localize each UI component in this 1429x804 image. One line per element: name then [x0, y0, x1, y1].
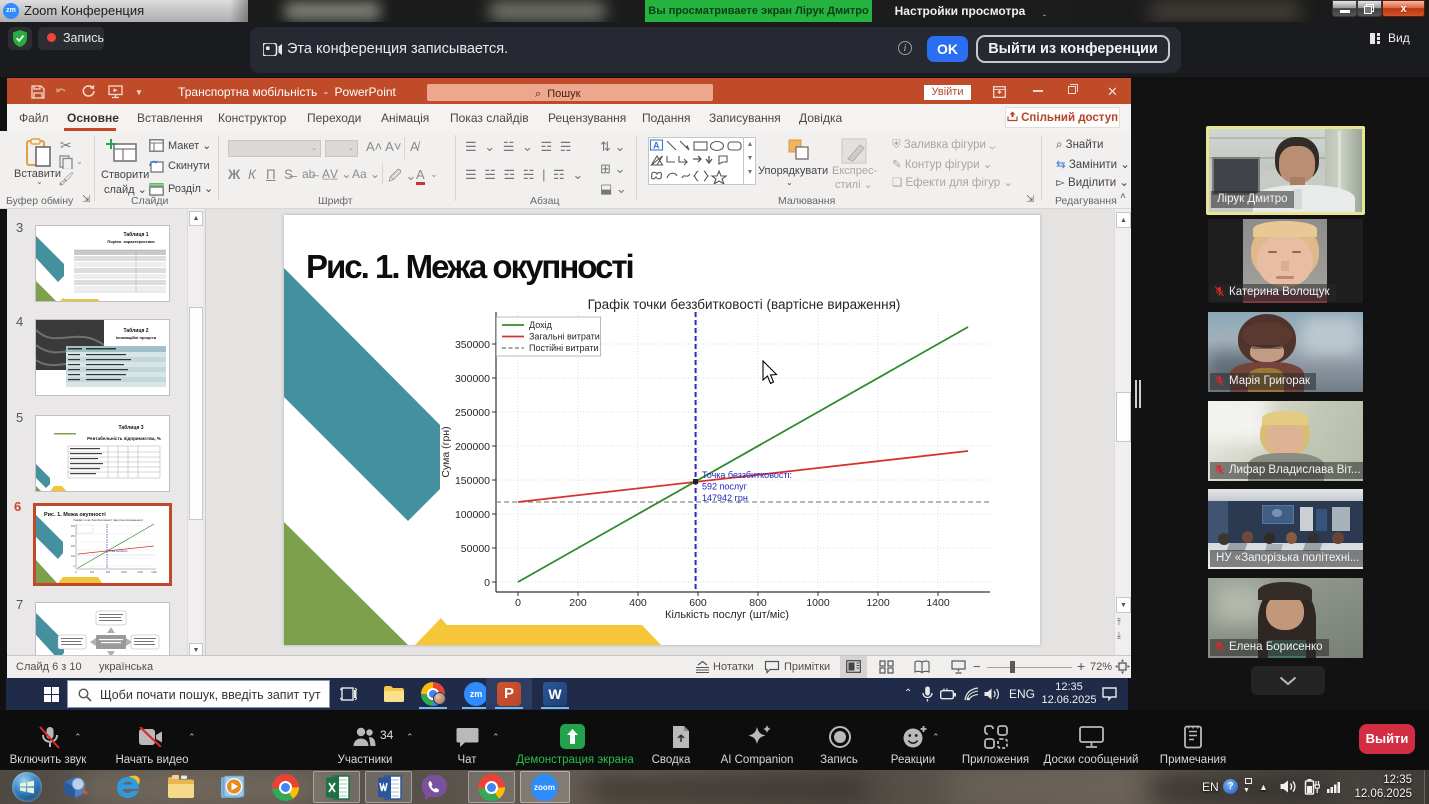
svg-text:200: 200: [569, 597, 587, 609]
svg-text:100000: 100000: [455, 509, 490, 521]
svg-text:Точка беззбитк.: Точка беззбитк.: [108, 549, 128, 553]
svg-text:Дохід: Дохід: [529, 320, 553, 330]
svg-text:400: 400: [629, 597, 647, 609]
svg-text:1000: 1000: [806, 597, 830, 609]
svg-text:592 послуг: 592 послуг: [702, 482, 748, 492]
svg-text:Кількість послуг (шт/міс): Кількість послуг (шт/міс): [665, 609, 789, 621]
svg-text:1200: 1200: [866, 597, 890, 609]
svg-text:0: 0: [484, 577, 490, 589]
svg-text:1400: 1400: [151, 571, 157, 574]
svg-text:1200: 1200: [137, 571, 143, 574]
svg-text:100: 100: [71, 555, 76, 558]
svg-text:Рис. 1. Межа окупності: Рис. 1. Межа окупності: [306, 248, 633, 285]
svg-text:Загальні витрати: Загальні витрати: [529, 332, 600, 342]
svg-text:250: 250: [71, 535, 76, 538]
svg-text:0: 0: [75, 571, 77, 574]
svg-text:50000: 50000: [461, 543, 490, 555]
svg-text:600: 600: [106, 571, 111, 574]
svg-text:250000: 250000: [455, 407, 490, 419]
svg-text:Інноваційні процеси: Інноваційні процеси: [116, 335, 157, 340]
svg-text:Порівн. характеристики: Порівн. характеристики: [107, 239, 155, 244]
svg-text:A: A: [653, 141, 660, 151]
svg-text:Рентабельність підприємства, %: Рентабельність підприємства, %: [87, 435, 161, 441]
svg-text:300000: 300000: [455, 373, 490, 385]
svg-text:Таблиця 3: Таблиця 3: [118, 424, 143, 431]
svg-text:800: 800: [749, 597, 767, 609]
svg-text:0: 0: [515, 597, 521, 609]
svg-text:Графік точки беззбитковості (в: Графік точки беззбитковості (вартісне ви…: [73, 518, 143, 522]
svg-text:300: 300: [71, 525, 76, 528]
svg-text:Постійні витрати: Постійні витрати: [529, 343, 599, 353]
svg-text:0: 0: [74, 565, 76, 568]
svg-text:Таблиця 1: Таблиця 1: [123, 231, 148, 238]
svg-text:147942 грн: 147942 грн: [702, 493, 748, 503]
svg-text:350000: 350000: [455, 339, 490, 351]
svg-text:600: 600: [689, 597, 707, 609]
svg-text:200: 200: [90, 571, 95, 574]
svg-text:150000: 150000: [455, 475, 490, 487]
svg-text:200: 200: [71, 545, 76, 548]
svg-text:Таблиця 2: Таблиця 2: [123, 327, 148, 334]
svg-text:Графік точки беззбитковості (в: Графік точки беззбитковості (вартісне ви…: [588, 297, 901, 312]
svg-text:Точка беззбитковості:: Точка беззбитковості:: [702, 470, 792, 480]
svg-text:Сума (грн): Сума (грн): [440, 426, 452, 477]
svg-text:1000: 1000: [121, 571, 127, 574]
svg-text:200000: 200000: [455, 441, 490, 453]
svg-text:1400: 1400: [926, 597, 950, 609]
